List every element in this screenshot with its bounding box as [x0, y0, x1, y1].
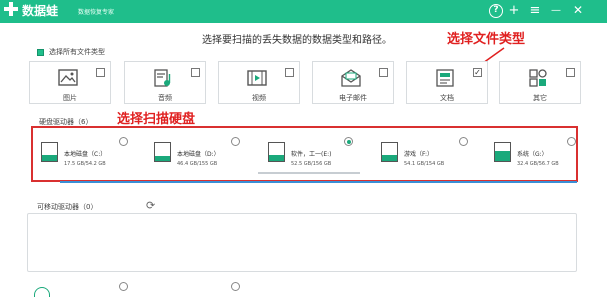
drive-icon [154, 142, 171, 162]
type-card-audio[interactable]: 音频 [124, 61, 206, 104]
drive-name: 软件，工一(E:) [291, 151, 332, 158]
drive-size: 32.4 GB/56.7 GB [517, 161, 559, 167]
minimize-icon[interactable]: — [548, 2, 564, 19]
type-label: 电子邮件 [339, 94, 367, 102]
drive-usage-fill [155, 155, 170, 161]
type-checkbox[interactable] [379, 68, 388, 77]
selected-drive-underline [258, 172, 360, 174]
bottom-radio[interactable] [231, 282, 240, 291]
drive-name: 系统（G:） [517, 151, 548, 158]
drive-usage-fill [269, 154, 284, 161]
app-subtitle: 数据恢复专家 [78, 9, 115, 16]
type-card-document[interactable]: ✓ 文档 [406, 61, 488, 104]
type-label: 视频 [252, 94, 266, 102]
type-card-video[interactable]: 视频 [218, 61, 300, 104]
select-all-file-types[interactable]: 选择所有文件类型 [37, 47, 105, 57]
drive-icon [494, 142, 511, 162]
type-label: 音频 [158, 94, 172, 102]
type-card-other[interactable]: 其它 [499, 61, 581, 104]
type-checkbox[interactable] [566, 68, 575, 77]
drive-size: 17.5 GB/54.2 GB [64, 161, 106, 167]
logo-plus-icon [4, 2, 18, 16]
type-card-email[interactable]: 电子邮件 [312, 61, 394, 104]
removable-drives-panel [27, 213, 577, 272]
refresh-icon[interactable]: ⟳ [146, 199, 155, 212]
drive-icon [381, 142, 398, 162]
drive-size: 46.4 GB/155 GB [177, 161, 218, 167]
drive-radio[interactable] [119, 137, 128, 146]
drive-name: 本地磁盘（C:） [64, 151, 107, 158]
type-checkbox[interactable] [191, 68, 200, 77]
drive-f[interactable]: 游戏（F:） 54.1 GB/154 GB [373, 138, 473, 174]
image-icon [58, 69, 78, 86]
drive-radio[interactable] [567, 137, 576, 146]
drive-name: 游戏（F:） [404, 151, 434, 158]
annotation-disk: 选择扫描硬盘 [117, 112, 196, 127]
type-checkbox[interactable] [96, 68, 105, 77]
add-icon[interactable]: + [506, 2, 522, 19]
type-label: 文档 [440, 94, 454, 102]
drive-size: 52.5 GB/156 GB [291, 161, 332, 167]
drive-radio[interactable] [459, 137, 468, 146]
drive-size: 54.1 GB/154 GB [404, 161, 445, 167]
drive-usage-fill [495, 150, 510, 161]
drive-icon [268, 142, 285, 162]
close-icon[interactable]: ✕ [570, 2, 586, 19]
select-all-checkbox[interactable] [37, 48, 44, 56]
drive-usage-fill [42, 155, 57, 161]
email-icon [341, 69, 361, 87]
type-card-image[interactable]: 图片 [29, 61, 111, 104]
select-all-label: 选择所有文件类型 [49, 48, 105, 56]
type-checkbox[interactable] [285, 68, 294, 77]
menu-icon[interactable]: ≡ [527, 2, 543, 19]
instruction-text: 选择要扫描的丢失数据的数据类型和路径。 [202, 35, 392, 46]
title-bar: 数据蛙 数据恢复专家 ? + ≡ — ✕ [0, 0, 607, 23]
app-title: 数据蛙 [22, 4, 59, 18]
location-icon [34, 287, 50, 297]
drive-radio-selected[interactable] [344, 137, 353, 146]
drive-radio[interactable] [231, 137, 240, 146]
type-label: 图片 [63, 94, 77, 102]
drive-icon [41, 142, 58, 162]
drives-scrollbar[interactable] [60, 181, 577, 183]
other-icon [529, 69, 547, 87]
video-icon [247, 70, 267, 86]
drive-name: 本地磁盘（D:） [177, 151, 220, 158]
help-icon[interactable]: ? [489, 4, 503, 18]
drive-c[interactable]: 本地磁盘（C:） 17.5 GB/54.2 GB [33, 138, 133, 174]
bottom-radio[interactable] [119, 282, 128, 291]
drive-usage-fill [382, 154, 397, 161]
removable-drives-label: 可移动驱动器（0） [37, 203, 98, 211]
document-icon [436, 69, 454, 87]
type-checkbox-checked[interactable]: ✓ [473, 68, 482, 77]
type-label: 其它 [533, 94, 547, 102]
audio-icon [154, 69, 171, 87]
